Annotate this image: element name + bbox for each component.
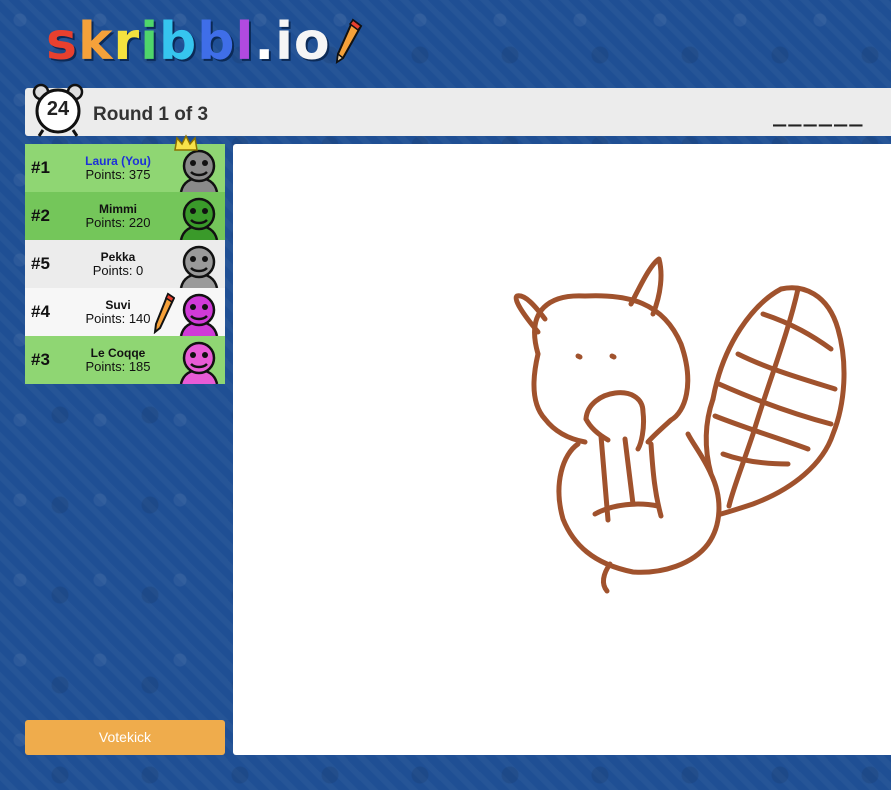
logo-letter: . [254,12,276,72]
logo-text: skribbl.io [46,12,331,72]
player-info: Suvi Points: 140 [71,298,165,326]
player-points: Points: 220 [85,215,151,230]
player-avatar-icon [179,341,219,384]
player-avatar-icon [179,245,219,288]
player-points: Points: 375 [85,167,151,182]
beaver-drawing [513,256,847,594]
word-hint: ______ [773,102,865,127]
logo-letter: b [159,12,198,72]
player-rank: #2 [31,206,50,225]
player-points: Points: 140 [85,311,151,326]
timer-value: 24 [46,98,70,120]
player-name: Laura (You) [85,154,151,168]
player-row[interactable]: #4 Suvi Points: 140 [25,288,225,336]
player-rank: #5 [31,254,50,273]
player-points: Points: 0 [92,263,144,278]
game-header: 24 Round 1 of 3 ______ [25,83,891,137]
logo-letter: l [235,12,255,72]
player-info: Mimmi Points: 220 [71,202,165,230]
crown-icon [174,134,198,151]
player-rank: #1 [31,158,50,177]
player-name: Suvi [105,298,131,312]
logo-letter: r [113,12,141,72]
pencil-icon [335,18,362,65]
player-row[interactable]: #2 Mimmi Points: 220 [25,192,225,240]
player-list: #1 Laura (You) Points: 375 #2 Mimmi Points: 2… [25,134,225,384]
logo-letter: o [293,12,331,72]
logo-letter: b [197,12,236,72]
player-rank: #4 [31,302,50,321]
player-info: Laura (You) Points: 375 [71,154,165,182]
logo-letter: s [46,12,78,72]
logo-letter: i [275,12,294,72]
timer-clock: 24 [31,82,85,138]
votekick-button[interactable]: Votekick [25,720,225,755]
player-row[interactable]: #5 Pekka Points: 0 [25,240,225,288]
player-points: Points: 185 [85,359,151,374]
player-name: Pekka [100,250,136,264]
round-indicator: Round 1 of 3 [93,104,209,125]
player-avatar-icon [179,197,219,240]
player-name: Mimmi [98,202,137,216]
player-avatar-icon [179,149,219,192]
player-avatar-icon [179,293,219,336]
player-name: Le Coqqe [90,346,146,360]
player-info: Le Coqqe Points: 185 [71,346,165,374]
player-row[interactable]: #3 Le Coqqe Points: 185 [25,336,225,384]
player-row[interactable]: #1 Laura (You) Points: 375 [25,134,225,192]
skribbl-logo: skribbl.io [46,12,363,72]
logo-letter: i [140,12,160,72]
drawing-canvas[interactable] [233,144,891,755]
logo-letter: k [77,12,114,72]
drawing-pencil-icon [153,292,175,334]
player-info: Pekka Points: 0 [71,250,165,278]
player-rank: #3 [31,350,50,369]
